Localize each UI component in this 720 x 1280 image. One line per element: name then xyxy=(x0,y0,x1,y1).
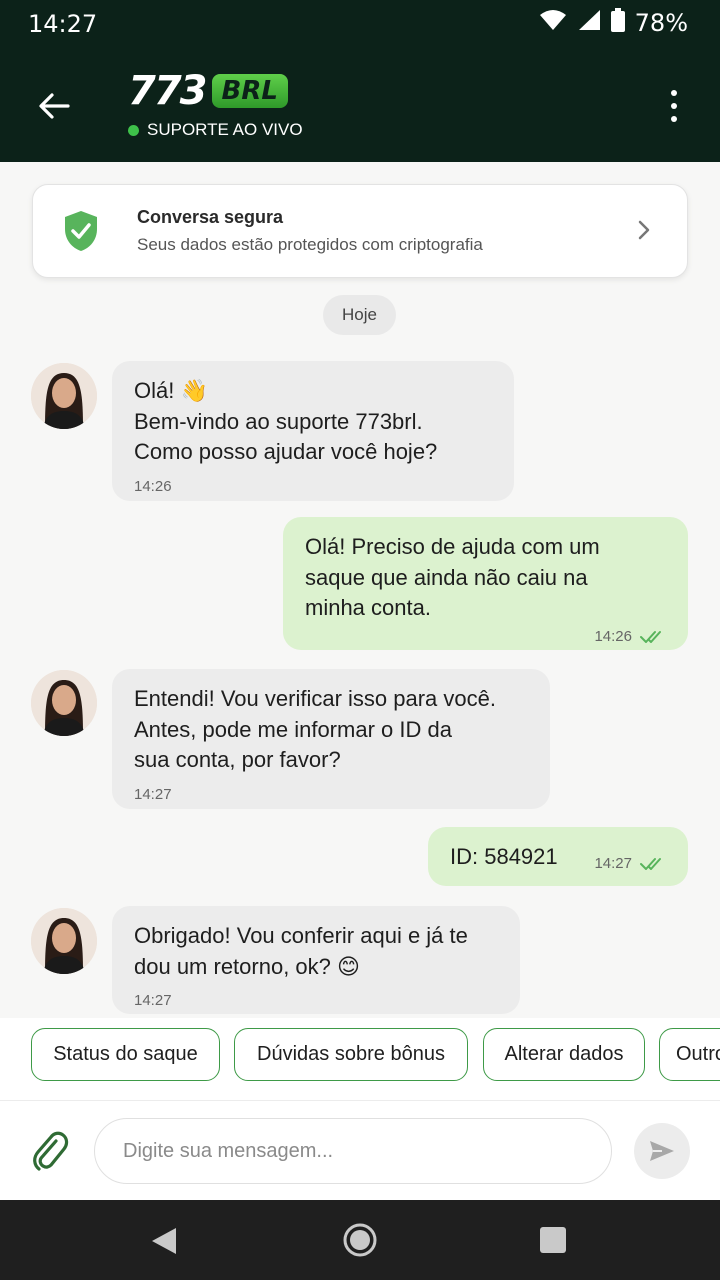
message-bubble-outgoing: ID: 584921 14:27 xyxy=(428,827,688,886)
chat-area[interactable]: Conversa segura Seus dados estão protegi… xyxy=(0,162,720,1018)
live-support-status: SUPORTE AO VIVO xyxy=(128,120,303,140)
message-time: 14:27 xyxy=(134,786,172,803)
message-bubble-incoming: Obrigado! Vou conferir aqui e já te dou … xyxy=(112,906,520,1014)
status-time: 14:27 xyxy=(28,10,98,38)
status-bar: 14:27 78% xyxy=(0,0,720,46)
double-check-icon xyxy=(640,631,661,644)
shield-check-icon xyxy=(65,211,97,251)
back-button[interactable] xyxy=(32,84,76,128)
message-bubble-incoming: Olá! 👋 Bem-vindo ao suporte 773brl. Como… xyxy=(112,361,514,501)
chevron-right-icon xyxy=(638,220,650,240)
secure-conversation-card[interactable]: Conversa segura Seus dados estão protegi… xyxy=(32,184,688,278)
message-meta: 14:27 xyxy=(594,849,666,880)
logo-brl-badge: BRL xyxy=(211,74,288,108)
send-button[interactable] xyxy=(634,1123,690,1179)
nav-recents-icon[interactable] xyxy=(540,1227,566,1253)
agent-avatar xyxy=(31,908,97,974)
message-meta: 14:26 xyxy=(594,622,666,653)
message-input[interactable] xyxy=(94,1118,612,1184)
secure-card-title: Conversa segura xyxy=(137,207,284,227)
signal-icon xyxy=(577,9,601,36)
double-check-icon xyxy=(640,858,661,871)
more-options-button[interactable] xyxy=(662,86,686,126)
nav-home-icon[interactable] xyxy=(343,1223,377,1257)
date-divider: Hoje xyxy=(323,295,396,335)
online-dot-icon xyxy=(128,124,139,136)
agent-avatar xyxy=(31,363,97,429)
status-icons: 78% xyxy=(539,8,688,37)
message-bubble-incoming: Entendi! Vou verificar isso para você. A… xyxy=(112,669,550,809)
agent-avatar xyxy=(31,670,97,736)
quick-reply-status-saque[interactable]: Status do saque xyxy=(31,1028,220,1081)
message-time: 14:27 xyxy=(134,992,172,1009)
message-time: 14:27 xyxy=(594,855,632,872)
nav-back-icon[interactable] xyxy=(150,1226,178,1256)
message-time: 14:26 xyxy=(594,628,632,645)
more-vertical-icon xyxy=(671,90,677,96)
chat-header: 773 BRL SUPORTE AO VIVO xyxy=(0,46,720,162)
secure-card-subtitle: Seus dados estão protegidos com criptogr… xyxy=(137,235,483,254)
message-text: ID: 584921 xyxy=(450,844,558,869)
battery-percent: 78% xyxy=(634,8,688,37)
message-time: 14:26 xyxy=(134,478,172,495)
message-composer xyxy=(0,1100,720,1200)
live-support-label: SUPORTE AO VIVO xyxy=(147,120,303,139)
message-text: Entendi! Vou verificar isso para você. A… xyxy=(134,686,496,772)
wifi-icon xyxy=(539,9,567,36)
arrow-left-icon xyxy=(39,93,70,119)
logo-number: 773 xyxy=(128,68,207,114)
message-text: Olá! Preciso de ajuda com um saque que a… xyxy=(305,534,600,620)
quick-reply-duvidas-bonus[interactable]: Dúvidas sobre bônus xyxy=(234,1028,468,1081)
message-text: Obrigado! Vou conferir aqui e já te dou … xyxy=(134,923,468,979)
message-text: Olá! 👋 Bem-vindo ao suporte 773brl. Como… xyxy=(134,378,438,464)
send-icon xyxy=(650,1141,674,1161)
battery-icon xyxy=(610,8,625,37)
paperclip-icon xyxy=(33,1131,69,1171)
quick-reply-alterar-dados[interactable]: Alterar dados xyxy=(483,1028,645,1081)
system-navigation-bar xyxy=(0,1200,720,1280)
quick-reply-outros[interactable]: Outros xyxy=(659,1028,720,1081)
attach-button[interactable] xyxy=(30,1129,70,1178)
quick-replies: Status do saque Dúvidas sobre bônus Alte… xyxy=(0,1018,720,1100)
brand-logo: 773 BRL xyxy=(128,68,288,114)
message-bubble-outgoing: Olá! Preciso de ajuda com um saque que a… xyxy=(283,517,688,650)
